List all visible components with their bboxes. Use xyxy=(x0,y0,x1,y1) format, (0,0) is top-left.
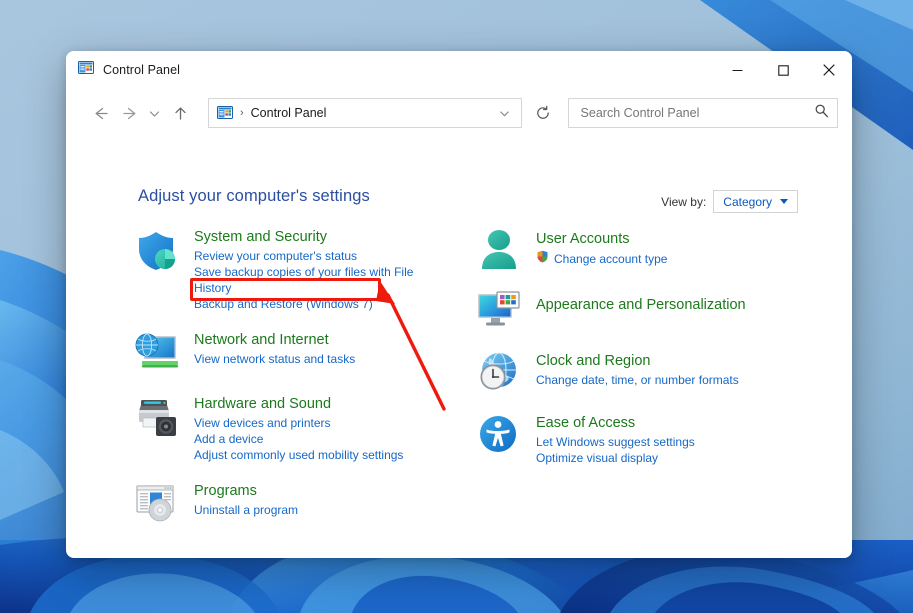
category-link[interactable]: Add a device xyxy=(194,431,403,447)
category-link-change-account-type[interactable]: Change account type xyxy=(536,250,667,267)
ease-of-access-icon xyxy=(476,411,522,457)
category-body: Clock and Region Change date, time, or n… xyxy=(536,349,739,395)
control-panel-icon xyxy=(78,60,94,81)
category-title[interactable]: Programs xyxy=(194,482,257,500)
refresh-button[interactable] xyxy=(530,99,556,127)
minimize-button[interactable] xyxy=(714,51,760,89)
back-button[interactable] xyxy=(88,98,115,128)
category-link[interactable]: Let Windows suggest settings xyxy=(536,434,695,450)
category-link[interactable]: Uninstall a program xyxy=(194,502,298,518)
window-titlebar: Control Panel xyxy=(66,51,852,89)
content-area: Adjust your computer's settings View by:… xyxy=(66,137,852,558)
control-panel-window: Control Panel › Control Panel Search Con… xyxy=(66,51,852,558)
category-body: Hardware and Sound View devices and prin… xyxy=(194,394,403,463)
link-label: Change account type xyxy=(554,251,668,266)
shield-security-icon xyxy=(134,227,180,273)
window-controls xyxy=(714,51,852,89)
network-globe-monitor-icon xyxy=(134,330,180,376)
category-body: System and Security Review your computer… xyxy=(194,227,416,312)
category-title[interactable]: Hardware and Sound xyxy=(194,395,331,413)
maximize-button[interactable] xyxy=(760,51,806,89)
category-clock-and-region: Clock and Region Change date, time, or n… xyxy=(476,349,794,395)
view-by-dropdown[interactable]: Category xyxy=(713,190,798,213)
category-body: Ease of Access Let Windows suggest setti… xyxy=(536,411,695,466)
desktop-background: Control Panel › Control Panel Search Con… xyxy=(0,0,913,613)
recent-locations-button[interactable] xyxy=(143,98,167,128)
close-button[interactable] xyxy=(806,51,852,89)
category-link-backup-and-restore[interactable]: Backup and Restore (Windows 7) xyxy=(194,296,416,312)
category-title[interactable]: System and Security xyxy=(194,228,327,246)
category-column-left: System and Security Review your computer… xyxy=(134,227,464,545)
breadcrumb-control-panel[interactable]: Control Panel xyxy=(251,106,491,120)
category-title[interactable]: User Accounts xyxy=(536,230,630,248)
search-box[interactable] xyxy=(567,98,839,128)
category-hardware-and-sound: Hardware and Sound View devices and prin… xyxy=(134,394,464,463)
search-icon[interactable] xyxy=(814,103,829,123)
chevron-down-icon[interactable] xyxy=(491,99,519,127)
category-link[interactable]: Save backup copies of your files with Fi… xyxy=(194,264,416,296)
category-title[interactable]: Ease of Access xyxy=(536,414,635,432)
category-link[interactable]: Review your computer's status xyxy=(194,248,416,264)
address-control-panel-icon xyxy=(216,105,233,121)
clock-globe-icon xyxy=(476,349,522,395)
category-title[interactable]: Clock and Region xyxy=(536,352,650,370)
category-column-right: User Accounts Change account type Appear… xyxy=(464,227,794,545)
view-by-value: Category xyxy=(723,194,772,209)
up-button[interactable] xyxy=(167,98,194,128)
titlebar-left: Control Panel xyxy=(66,60,180,81)
category-title[interactable]: Network and Internet xyxy=(194,331,329,349)
view-by-control: View by: Category xyxy=(661,190,798,213)
breadcrumb-separator: › xyxy=(239,106,244,119)
category-link[interactable]: Change date, time, or number formats xyxy=(536,372,739,388)
printer-speaker-icon xyxy=(134,394,180,440)
category-appearance-and-personalization: Appearance and Personalization xyxy=(476,287,794,333)
category-body: Appearance and Personalization xyxy=(536,287,746,333)
category-body: Programs Uninstall a program xyxy=(194,481,298,527)
category-grid: System and Security Review your computer… xyxy=(134,227,794,545)
category-link[interactable]: View network status and tasks xyxy=(194,351,355,367)
search-input[interactable] xyxy=(580,106,815,120)
view-by-label: View by: xyxy=(661,194,707,209)
category-link[interactable]: View devices and printers xyxy=(194,415,403,431)
appearance-monitor-icon xyxy=(476,287,522,333)
category-user-accounts: User Accounts Change account type xyxy=(476,227,794,273)
programs-disc-icon xyxy=(134,481,180,527)
category-body: Network and Internet View network status… xyxy=(194,330,355,376)
user-account-icon xyxy=(476,227,522,273)
window-title: Control Panel xyxy=(103,63,181,77)
category-link[interactable]: Optimize visual display xyxy=(536,450,695,466)
category-ease-of-access: Ease of Access Let Windows suggest setti… xyxy=(476,411,794,466)
forward-button[interactable] xyxy=(115,98,142,128)
category-title[interactable]: Appearance and Personalization xyxy=(536,296,746,314)
address-bar[interactable]: › Control Panel xyxy=(207,98,522,128)
caret-down-icon xyxy=(780,199,788,204)
category-network-and-internet: Network and Internet View network status… xyxy=(134,330,464,376)
category-programs: Programs Uninstall a program xyxy=(134,481,464,527)
navigation-bar: › Control Panel xyxy=(66,89,852,137)
uac-shield-icon xyxy=(536,250,549,267)
page-title: Adjust your computer's settings xyxy=(138,187,370,205)
category-link[interactable]: Adjust commonly used mobility settings xyxy=(194,447,403,463)
category-system-and-security: System and Security Review your computer… xyxy=(134,227,464,312)
category-body: User Accounts Change account type xyxy=(536,227,667,273)
